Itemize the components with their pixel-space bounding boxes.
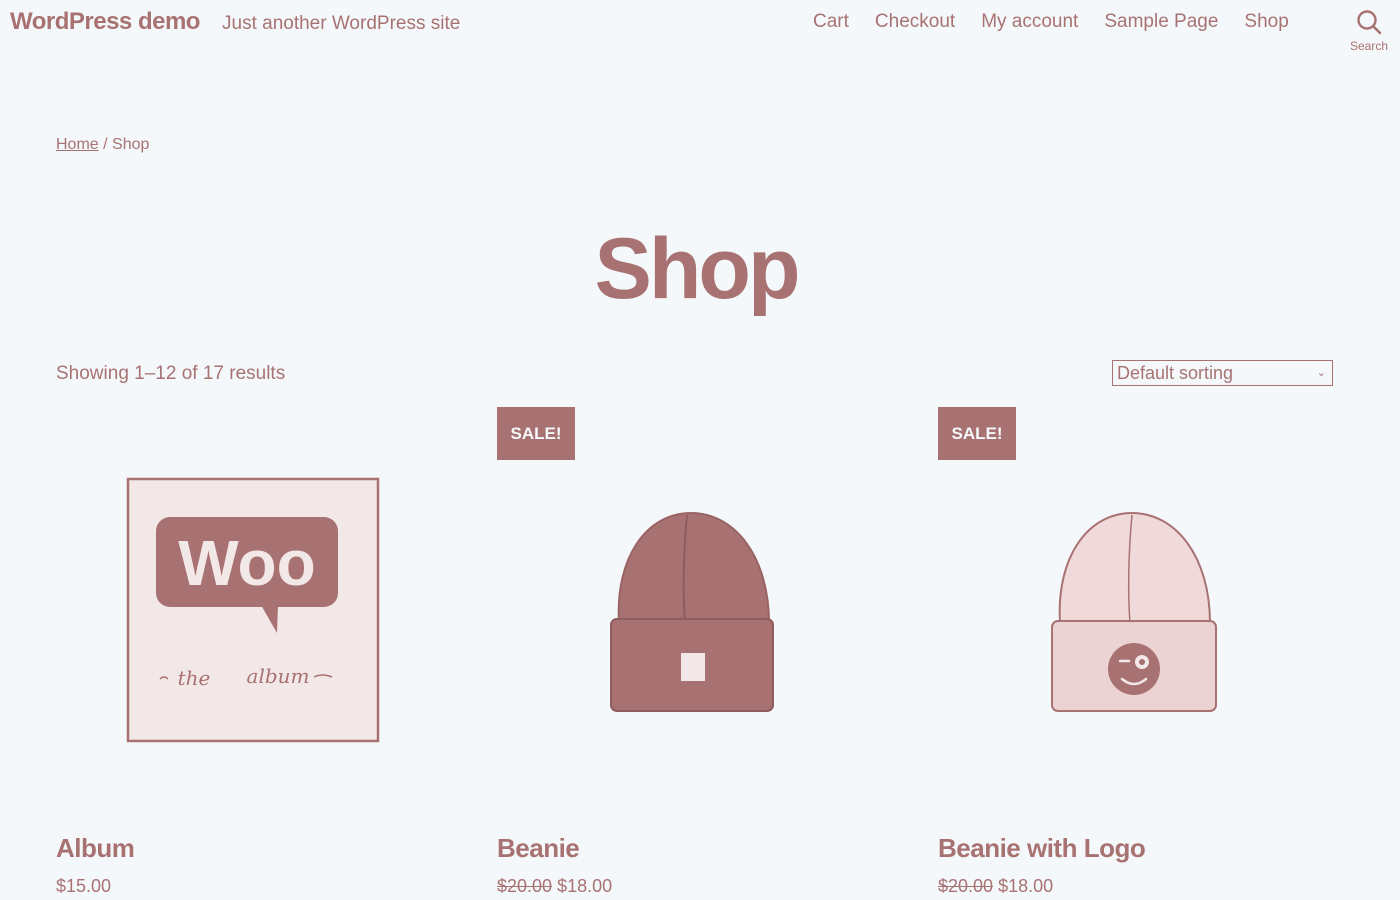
nav-item-my-account[interactable]: My account — [981, 11, 1078, 33]
album-caption-left: the — [178, 666, 211, 690]
nav-item-sample-page[interactable]: Sample Page — [1104, 11, 1218, 33]
sort-select-value: Default sorting — [1117, 363, 1234, 383]
nav-item-cart[interactable]: Cart — [813, 11, 849, 33]
search-toggle-button[interactable]: Search — [1346, 9, 1392, 53]
album-caption-right: album — [247, 664, 310, 688]
breadcrumb-home-link[interactable]: Home — [56, 136, 99, 153]
nav-item-shop[interactable]: Shop — [1244, 11, 1288, 33]
product-current-price: $15.00 — [56, 876, 112, 896]
product-price-beanie: $20.00 $18.00 — [497, 876, 612, 897]
result-count: Showing 1–12 of 17 results — [56, 363, 286, 384]
sale-badge: SALE! — [497, 407, 575, 460]
product-regular-price: $20.00 — [938, 876, 994, 896]
breadcrumb-current: Shop — [112, 136, 150, 153]
product-price-beanie-with-logo: $20.00 $18.00 — [938, 876, 1053, 897]
sale-badge: SALE! — [938, 407, 1016, 460]
page-title: Shop — [594, 221, 801, 317]
product-regular-price: $20.00 — [497, 876, 553, 896]
product-name-album[interactable]: Album — [56, 833, 135, 864]
site-title-link[interactable]: WordPress demo — [10, 8, 200, 36]
product-card-beanie-with-logo: SALE! Beanie with Logo $20.00 $18.00 — [938, 407, 1334, 900]
product-image-beanie-with-logo[interactable] — [938, 407, 1334, 803]
site-tagline: Just another WordPress site — [222, 13, 461, 34]
search-icon — [1357, 10, 1382, 35]
product-name-beanie-with-logo[interactable]: Beanie with Logo — [938, 833, 1146, 864]
breadcrumb-separator: / — [98, 136, 113, 153]
product-name-beanie[interactable]: Beanie — [497, 833, 580, 864]
product-sale-price: $18.00 — [557, 876, 613, 896]
sort-select[interactable]: Default sorting ⌄ — [1112, 360, 1333, 386]
chevron-down-icon: ⌄ — [1316, 367, 1326, 379]
product-image-album[interactable]: Woo the album — [56, 407, 452, 803]
product-price-album: $15.00 — [56, 876, 111, 897]
product-image-beanie[interactable] — [497, 407, 893, 803]
main-nav: Cart Checkout My account Sample Page Sho… — [813, 11, 1289, 33]
nav-item-checkout[interactable]: Checkout — [875, 11, 955, 33]
search-toggle-label: Search — [1349, 39, 1389, 53]
product-card-beanie: SALE! Beanie $20.00 $18.00 — [497, 407, 893, 900]
product-sale-price: $18.00 — [998, 876, 1054, 896]
site-header: WordPress demo Just another WordPress si… — [0, 0, 1400, 70]
album-logo-text: Woo — [178, 527, 315, 599]
breadcrumb: Home / Shop — [56, 136, 149, 154]
product-card-album: Woo the album Album $15.00 — [56, 407, 452, 900]
